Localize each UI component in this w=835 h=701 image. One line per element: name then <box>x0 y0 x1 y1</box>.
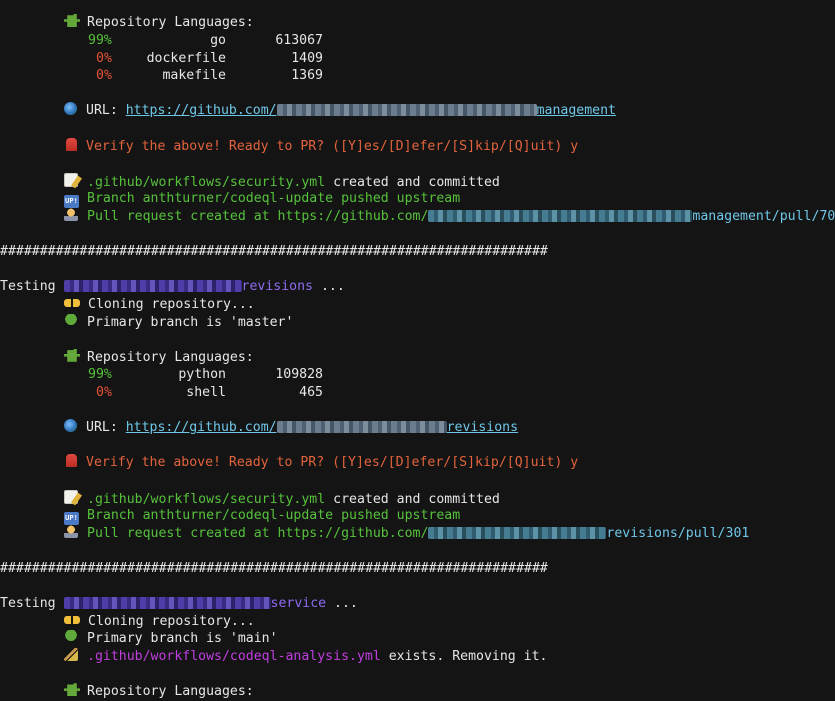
redacted-text <box>63 597 271 610</box>
repo-name: service <box>270 596 327 612</box>
workflow-created-line: .github/workflows/security.yml created a… <box>64 489 500 508</box>
separator: ########################################… <box>0 244 548 260</box>
puzzle-piece-icon <box>64 348 80 362</box>
primary-branch-line: Primary branch is 'master' <box>64 313 293 332</box>
redacted-text <box>276 104 537 117</box>
workflow-file: .github/workflows/codeql-analysis.yml <box>87 649 381 664</box>
language-name: dockerfile <box>146 50 226 66</box>
language-percent: 99% <box>88 33 112 48</box>
repo-url-link[interactable]: https://github.com/management <box>126 103 616 118</box>
globe-icon <box>64 419 77 433</box>
language-row: 0% makefile 1369 <box>88 67 323 85</box>
language-percent: 0% <box>96 385 112 400</box>
pr-url: management/pull/70 <box>692 209 835 224</box>
primary-branch-line: Primary branch is 'main' <box>64 630 278 648</box>
up-button-icon: UP! <box>64 195 79 209</box>
redacted-text <box>428 210 693 222</box>
url-line: URL: https://github.com/management <box>64 102 616 120</box>
language-name: go <box>210 33 226 48</box>
language-bytes: 465 <box>299 385 323 400</box>
cloning-line: Cloning repository... <box>64 296 255 314</box>
language-bytes: 613067 <box>275 33 323 48</box>
redacted-text <box>428 526 607 539</box>
language-row: 99% go 613067 <box>88 32 323 50</box>
languages-header: Repository Languages: <box>64 683 254 701</box>
terminal-output: Repository Languages: 99% go 613067 0% dock… <box>0 0 835 700</box>
workflow-file: .github/workflows/security.yml <box>87 174 326 190</box>
redacted-text <box>63 280 242 293</box>
repo-name: revisions <box>241 279 313 295</box>
memo-icon <box>64 172 78 187</box>
language-name: makefile <box>162 68 226 84</box>
person-icon <box>64 208 78 221</box>
redacted-text <box>276 421 447 434</box>
broom-icon <box>64 648 78 661</box>
globe-icon <box>64 102 77 116</box>
language-percent: 99% <box>88 367 112 383</box>
puzzle-piece-icon <box>64 683 80 697</box>
up-button-icon: UP! <box>64 512 79 526</box>
siren-icon <box>66 137 77 151</box>
hands-icon <box>64 615 80 624</box>
url-line: URL: https://github.com/revisions <box>64 419 518 437</box>
language-percent: 0% <box>96 50 112 66</box>
language-name: shell <box>186 385 226 400</box>
testing-line: Testing service ... <box>0 596 358 612</box>
verify-prompt: Verify the above! Ready to PR? ([Y]es/[D… <box>64 137 578 156</box>
language-row: 0% dockerfile 1409 <box>88 50 323 68</box>
language-percent: 0% <box>96 68 112 84</box>
languages-header: Repository Languages: <box>64 348 254 367</box>
language-bytes: 1409 <box>291 50 323 66</box>
branch-pushed-line: UP! Branch anthturner/codeql-update pushe… <box>64 508 461 526</box>
pr-created-line: Pull request created at https://github.c… <box>64 208 835 226</box>
tree-icon <box>64 313 78 327</box>
language-bytes: 1369 <box>291 68 323 84</box>
languages-header: Repository Languages: <box>64 14 254 32</box>
repo-url-link[interactable]: https://github.com/revisions <box>126 420 518 435</box>
language-row: 99% python 109828 <box>88 366 323 384</box>
tree-icon <box>64 630 78 644</box>
workflow-file: .github/workflows/security.yml <box>87 491 326 507</box>
language-name: python <box>178 367 226 383</box>
verify-prompt: Verify the above! Ready to PR? ([Y]es/[D… <box>64 454 578 472</box>
person-icon <box>64 524 78 538</box>
language-bytes: 109828 <box>275 367 323 383</box>
workflow-created-line: .github/workflows/security.yml created a… <box>64 172 500 191</box>
testing-line: Testing revisions ... <box>0 279 345 295</box>
separator: ########################################… <box>0 561 548 576</box>
pr-url: revisions/pull/301 <box>606 525 750 541</box>
siren-icon <box>66 454 77 468</box>
memo-icon <box>64 489 78 504</box>
pr-created-line: Pull request created at https://github.c… <box>64 524 750 543</box>
cloning-line: Cloning repository... <box>64 613 255 631</box>
existing-workflow-line: .github/workflows/codeql-analysis.yml ex… <box>64 648 548 666</box>
puzzle-piece-icon <box>64 14 80 27</box>
language-row: 0% shell 465 <box>88 384 323 402</box>
hands-icon <box>64 299 80 307</box>
branch-pushed-line: UP! Branch anthturner/codeql-update pushe… <box>64 191 461 209</box>
